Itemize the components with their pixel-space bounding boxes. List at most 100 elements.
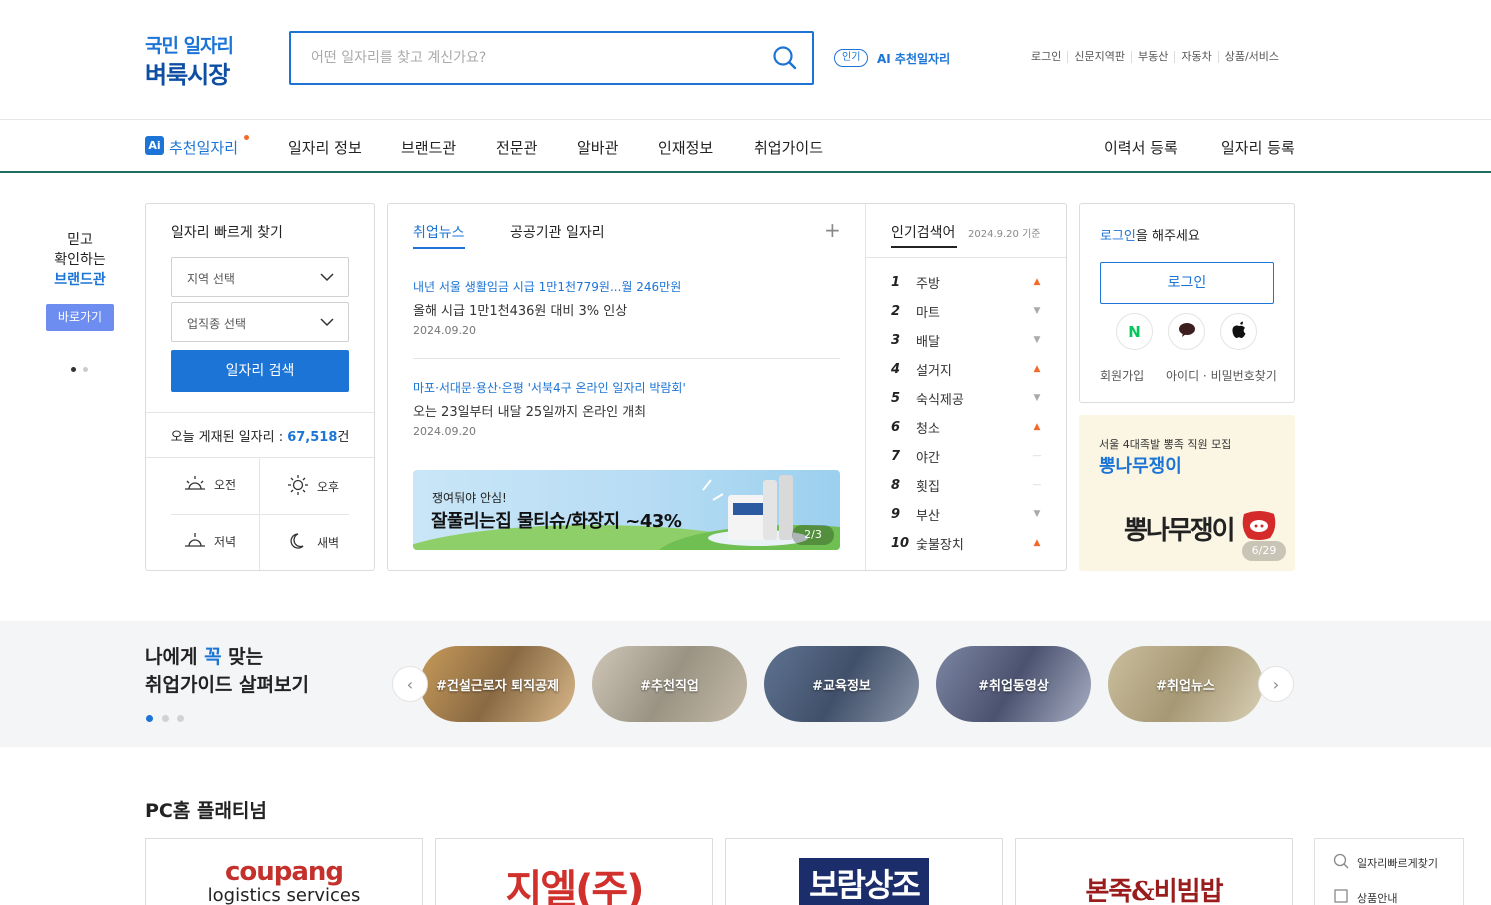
region-select[interactable]: 지역 선택 (171, 257, 349, 297)
rank-row[interactable]: 9 부산 ▼ (891, 504, 1043, 524)
time-label: 오후 (317, 480, 340, 494)
time-dawn[interactable]: 새벽 (289, 531, 339, 554)
today-count: 67,518 (287, 430, 338, 445)
quick-menu-label: 상품안내 (1357, 891, 1398, 905)
ai-icon[interactable]: Ai (145, 136, 164, 155)
guide-dot[interactable] (177, 715, 184, 722)
side-ad-line2: 뽕나무쟁이 (1099, 456, 1182, 477)
rank-number: 5 (891, 390, 901, 406)
search-icon (1333, 853, 1349, 872)
top-link-newspaper[interactable]: 신문지역판 (1067, 51, 1131, 63)
nav-job-info[interactable]: 일자리 정보 (288, 137, 362, 158)
login-prompt-rest: 을 해주세요 (1135, 229, 1200, 244)
rank-row[interactable]: 3 배달 ▼ (891, 330, 1043, 350)
platinum-card-coupang[interactable]: coupang logistics services (145, 838, 423, 905)
rank-term: 청소 (916, 421, 940, 437)
nav-expert[interactable]: 전문관 (496, 137, 537, 158)
guide-tag-construction[interactable]: #건설근로자 퇴직공제 (420, 646, 575, 722)
login-button[interactable]: 로그인 (1100, 262, 1274, 304)
search-input[interactable] (311, 47, 751, 69)
chevron-left-icon[interactable]: ‹ (392, 666, 428, 702)
chevron-down-icon (320, 270, 334, 287)
nav-ai-recommend[interactable]: 추천일자리 (169, 137, 238, 158)
quick-search-title: 일자리 빠르게 찾기 (171, 225, 283, 241)
rank-row[interactable]: 10 숯불장치 ▲ (891, 533, 1043, 553)
logo-line1[interactable]: 국민 일자리 (145, 31, 234, 58)
kakao-login-button[interactable] (1168, 313, 1205, 350)
jiel-logo: 지엘(주) (505, 867, 645, 905)
rank-term: 야간 (916, 450, 940, 466)
top-link-login[interactable]: 로그인 (1031, 51, 1067, 63)
tab-job-news[interactable]: 취업뉴스 (413, 222, 465, 242)
top-links: 로그인 신문지역판 부동산 자동차 상품/서비스 (1031, 51, 1279, 63)
news-summary[interactable]: 올해 시급 1만1천436원 대비 3% 인상 (413, 300, 833, 319)
rank-row[interactable]: 8 횟집 — (891, 475, 1043, 495)
news-title[interactable]: 내년 서울 생활임금 시급 1만1천779원...월 246만원 (413, 278, 833, 295)
apple-login-button[interactable] (1220, 313, 1257, 350)
popular-title[interactable]: 인기검색어 (891, 222, 955, 242)
top-link-products[interactable]: 상품/서비스 (1217, 51, 1279, 63)
rank-row[interactable]: 5 숙식제공 ▼ (891, 388, 1043, 408)
brand-go-button[interactable]: 바로가기 (46, 304, 114, 331)
job-search-button[interactable]: 일자리 검색 (171, 350, 349, 392)
rank-row[interactable]: 1 주방 ▲ (891, 272, 1043, 292)
popular-date: 2024.9.20 기준 (968, 229, 1041, 240)
nav-parttime[interactable]: 알바관 (577, 137, 618, 158)
nav-brand[interactable]: 브랜드관 (401, 137, 456, 158)
chevron-right-icon[interactable]: › (1258, 666, 1294, 702)
quick-menu-products[interactable]: 상품안내 (1315, 872, 1463, 905)
rank-row[interactable]: 6 청소 ▲ (891, 417, 1043, 437)
carousel-dot-active[interactable] (71, 367, 76, 372)
guide-tag-video[interactable]: #취업동영상 (936, 646, 1091, 722)
trend-up-icon: ▲ (1033, 422, 1041, 432)
trend-down-icon: ▼ (1033, 306, 1041, 316)
login-prompt-link[interactable]: 로그인 (1100, 229, 1136, 244)
guide-title-pre: 나에게 (145, 646, 205, 668)
rank-row[interactable]: 4 설거지 ▲ (891, 359, 1043, 379)
new-dot-icon (244, 135, 249, 140)
brand-banner-text: 믿고 확인하는 브랜드관 (40, 230, 120, 290)
tab-public-jobs[interactable]: 공공기관 일자리 (510, 222, 605, 242)
trend-up-icon: ▲ (1033, 277, 1041, 287)
nav-job-guide[interactable]: 취업가이드 (754, 137, 823, 158)
news-title[interactable]: 마포·서대문·용산·은평 '서북4구 온라인 일자리 박람회' (413, 379, 833, 396)
naver-login-button[interactable]: N (1116, 313, 1153, 350)
rank-row[interactable]: 2 마트 ▼ (891, 301, 1043, 321)
today-job-count: 오늘 게재된 일자리 : 67,518건 (146, 426, 374, 445)
signup-link[interactable]: 회원가입 (1100, 367, 1144, 384)
carousel-dot[interactable] (83, 367, 88, 372)
find-id-pw-link[interactable]: 아이디 · 비밀번호찾기 (1166, 367, 1277, 384)
top-link-realestate[interactable]: 부동산 (1130, 51, 1174, 63)
rank-number: 2 (891, 303, 901, 319)
search-icon[interactable] (772, 45, 798, 75)
time-evening[interactable]: 저녁 (184, 531, 236, 552)
logo-line2[interactable]: 벼룩시장 (145, 55, 230, 90)
guide-tag-news[interactable]: #취업뉴스 (1108, 646, 1263, 722)
platinum-card-bonjuk[interactable]: 본죽&비빔밥 (1015, 838, 1293, 905)
divider (413, 358, 840, 359)
kakao-icon (1178, 322, 1196, 342)
guide-tag-education[interactable]: #교육정보 (764, 646, 919, 722)
quick-menu-search[interactable]: 일자리빠르게찾기 (1315, 839, 1463, 872)
time-afternoon[interactable]: 오후 (287, 474, 339, 499)
nav-divider (0, 171, 1491, 173)
ai-recommend-link[interactable]: AI 추천일자리 (877, 50, 950, 67)
guide-dot-active[interactable] (146, 715, 153, 722)
nav-resume-register[interactable]: 이력서 등록 (1104, 137, 1178, 158)
platinum-card-boram[interactable]: 보람상조 (725, 838, 1003, 905)
guide-tag-recommend[interactable]: #추천직업 (592, 646, 747, 722)
guide-dot[interactable] (162, 715, 169, 722)
news-summary[interactable]: 오는 23일부터 내달 25일까지 온라인 개최 (413, 401, 833, 420)
top-link-car[interactable]: 자동차 (1174, 51, 1217, 63)
trend-up-icon: ▲ (1033, 538, 1041, 548)
nav-talent[interactable]: 인재정보 (658, 137, 713, 158)
rank-row[interactable]: 7 야간 — (891, 446, 1043, 466)
sunset-icon (184, 531, 206, 552)
plus-icon[interactable]: + (824, 218, 841, 242)
nav-job-register[interactable]: 일자리 등록 (1221, 137, 1295, 158)
platinum-card-jiel[interactable]: 지엘(주) (435, 838, 713, 905)
sun-icon (287, 474, 309, 499)
time-morning[interactable]: 오전 (184, 474, 236, 495)
industry-select[interactable]: 업직종 선택 (171, 302, 349, 342)
header-divider (0, 119, 1491, 120)
